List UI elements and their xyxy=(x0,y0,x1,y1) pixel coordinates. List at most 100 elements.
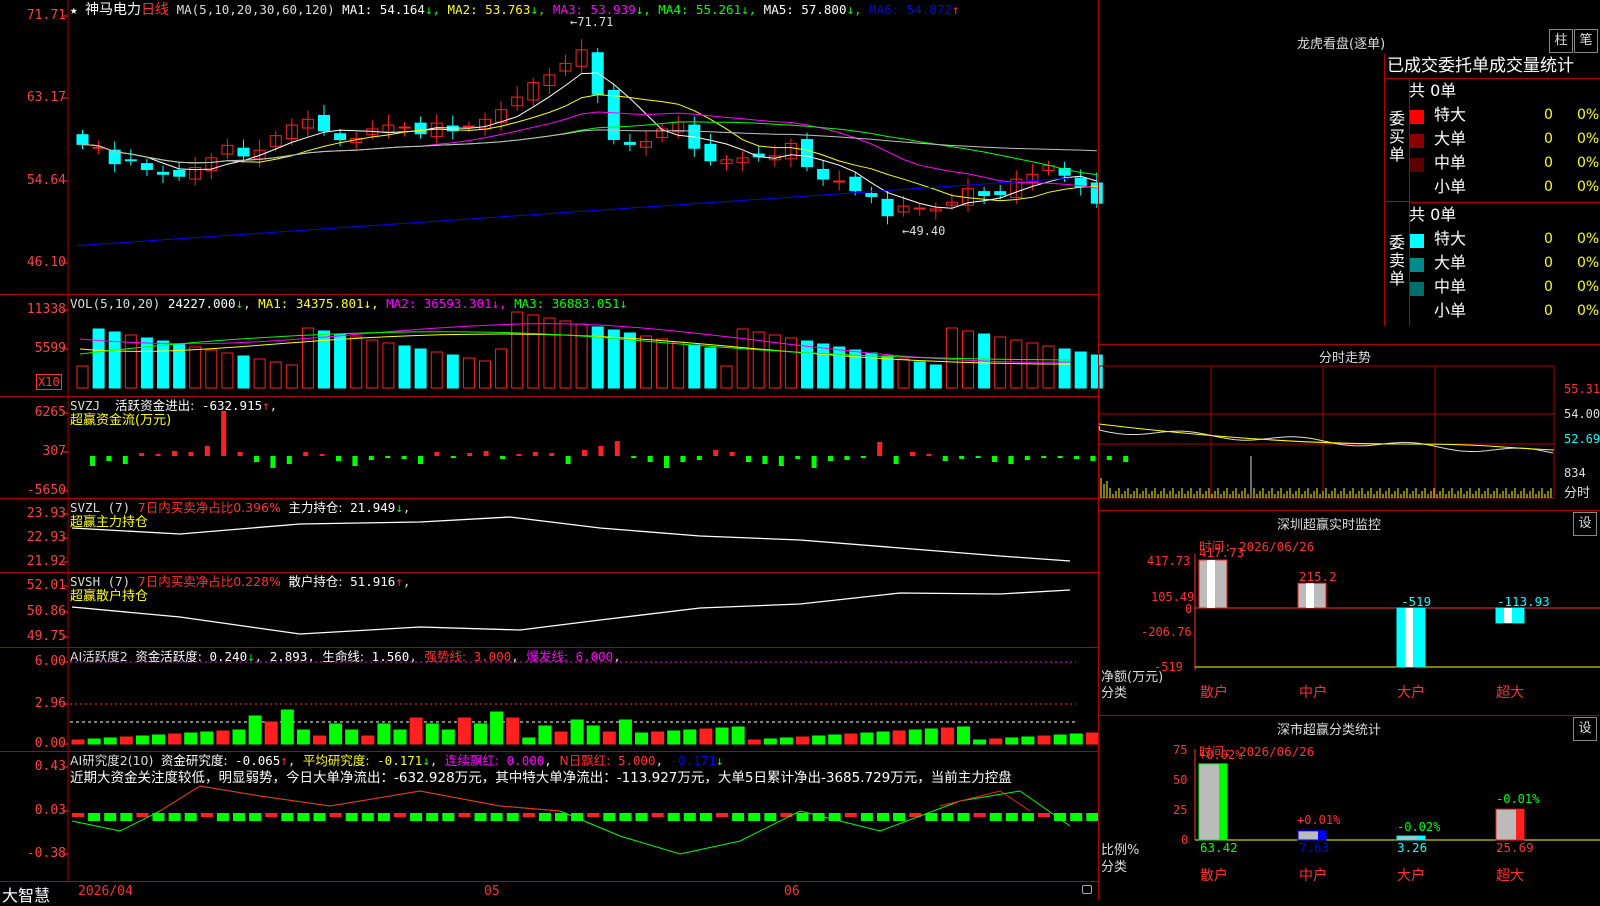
activity-bar xyxy=(168,733,182,745)
flow-bar xyxy=(172,451,177,456)
activity-bar xyxy=(280,709,294,745)
research-bar xyxy=(442,813,455,821)
volume-bar xyxy=(334,333,347,389)
svzl-panel[interactable]: 23.93 22.93 21.92 SVZL (7) 7日内买卖净占比0.396… xyxy=(0,498,1098,573)
time-axis: 大智慧 2026/04 05 06 xyxy=(0,881,1098,905)
data-label: 417.73 xyxy=(1199,545,1245,560)
activity-bar xyxy=(119,736,133,745)
volume-bar xyxy=(656,338,669,389)
share-bar-accent xyxy=(1516,809,1524,840)
buy-row-value: 0 xyxy=(1544,107,1553,123)
category-label: 超大 xyxy=(1496,868,1524,884)
research-bar xyxy=(168,813,181,821)
candle xyxy=(849,176,862,192)
activity-bar xyxy=(683,729,697,745)
holding-line xyxy=(71,516,1071,562)
svsh-panel[interactable]: 52.01 50.86 49.75 SVSH (7) 7日内买卖净占比0.228… xyxy=(0,572,1098,648)
change-label: -0.01% xyxy=(1496,792,1540,806)
research-bar xyxy=(88,813,101,821)
volume-bar xyxy=(76,365,89,389)
y-tick: 0 xyxy=(1181,833,1189,847)
research-bar xyxy=(104,813,117,821)
research-bar xyxy=(860,813,873,821)
volume-bar xyxy=(962,330,974,389)
flow-bar xyxy=(582,450,587,456)
activity-bar xyxy=(651,731,665,745)
research-bar xyxy=(458,813,471,817)
intraday-unit: 分时 xyxy=(1564,486,1591,501)
research-bar xyxy=(200,813,213,817)
activity-bar xyxy=(409,717,423,745)
activity-bar xyxy=(490,711,504,745)
retail-holding-chart xyxy=(62,572,1071,647)
flow-bar xyxy=(565,456,571,464)
net-bar-highlight xyxy=(1207,560,1215,608)
flow-bar xyxy=(746,456,751,462)
candle xyxy=(237,147,250,157)
flow-bar xyxy=(500,456,505,459)
buy-row-label: 特大 xyxy=(1434,105,1467,124)
flow-bar xyxy=(713,450,719,456)
volume-bar xyxy=(511,311,524,389)
research-bar xyxy=(732,813,745,821)
research-bar xyxy=(844,813,857,817)
sz-monitor-panel[interactable]: 深圳超赢实时监控 设 时间: 2026/06/26 417.73 105.49 … xyxy=(1099,510,1600,716)
activity-bar xyxy=(248,715,262,745)
flow-bar xyxy=(795,456,801,459)
longhu-tabs[interactable]: 已成交委托单成交量统计 xyxy=(1384,54,1600,79)
category-label: 中户 xyxy=(1299,868,1327,884)
volume-bar xyxy=(801,340,813,389)
activity-bar xyxy=(313,735,326,745)
bar-view-button[interactable]: 柱 xyxy=(1549,29,1573,53)
volume-bar xyxy=(285,364,298,389)
holding-line xyxy=(71,589,1071,635)
volume-bar xyxy=(221,352,234,389)
flow-bar xyxy=(828,456,833,461)
category-label: 大户 xyxy=(1397,685,1425,701)
candle xyxy=(334,133,347,141)
intraday-chart xyxy=(1098,365,1555,499)
ai-active-panel[interactable]: 6.00 2.96 0.00 AI活跃度2 资金活跃度: 0.240↓, 2.8… xyxy=(0,647,1099,752)
volume-bar xyxy=(575,323,588,389)
y-tick: 54.00 xyxy=(1564,407,1600,421)
sell-total: 共 0单 xyxy=(1409,205,1457,224)
flow-bar xyxy=(942,456,948,461)
candle xyxy=(157,171,169,175)
volume-bar xyxy=(189,346,202,389)
intraday-panel[interactable]: 分时走势 55.31 54.00 52.69 834 分时 xyxy=(1098,344,1600,511)
flow-bar xyxy=(204,446,210,456)
y-tick: 75 xyxy=(1173,743,1188,757)
flow-bar xyxy=(336,456,341,461)
volume-bar xyxy=(881,355,894,389)
volume-bar xyxy=(108,331,121,389)
sell-row-pct: 0% xyxy=(1577,303,1600,319)
category-label: 中户 xyxy=(1299,685,1327,701)
activity-bar xyxy=(474,723,487,745)
main-price-panel[interactable]: 71.71 63.17 54.64 46.10 ★ 神马电力日线 MA(5,10… xyxy=(0,0,1103,295)
volume-bar xyxy=(446,354,459,389)
volume-bar xyxy=(382,342,395,389)
volume-panel[interactable]: 11338 5599 X10 VOL(5,10,20) 24227.000↓, … xyxy=(0,294,1103,397)
candle xyxy=(76,134,89,145)
activity-bar xyxy=(1021,736,1035,745)
date-label: 2026/04 xyxy=(78,884,133,899)
ai-research-panel[interactable]: 0.43 0.03 -0.38 AI研究度2(10) 资金研究度: -0.065… xyxy=(0,751,1099,884)
activity-bar xyxy=(876,731,890,745)
candle xyxy=(140,163,153,170)
activity-bar xyxy=(135,735,149,745)
research-bar xyxy=(313,813,326,821)
flow-bar xyxy=(368,456,374,460)
sz-class-panel[interactable]: 深市超赢分类统计 设 时间: 2026/06/26 75 50 25 0 比例%… xyxy=(1099,715,1600,900)
value-label: 25.69 xyxy=(1496,840,1534,855)
volume-bar xyxy=(462,357,475,389)
volume-bar xyxy=(495,348,508,389)
activity-bar xyxy=(699,728,713,745)
lock-icon[interactable] xyxy=(1082,885,1092,894)
tick-view-button[interactable]: 笔 xyxy=(1574,29,1598,53)
ma-line xyxy=(82,111,1097,189)
brand-label[interactable]: 大智慧 xyxy=(2,882,50,906)
net-bar-highlight xyxy=(1504,608,1512,623)
buy-sep xyxy=(1410,202,1600,203)
svzj-panel[interactable]: 6265 307 -5650 SVZJ 活跃资金进出: -632.915↑, 超… xyxy=(0,396,1129,499)
candlestick-chart xyxy=(62,0,1103,294)
